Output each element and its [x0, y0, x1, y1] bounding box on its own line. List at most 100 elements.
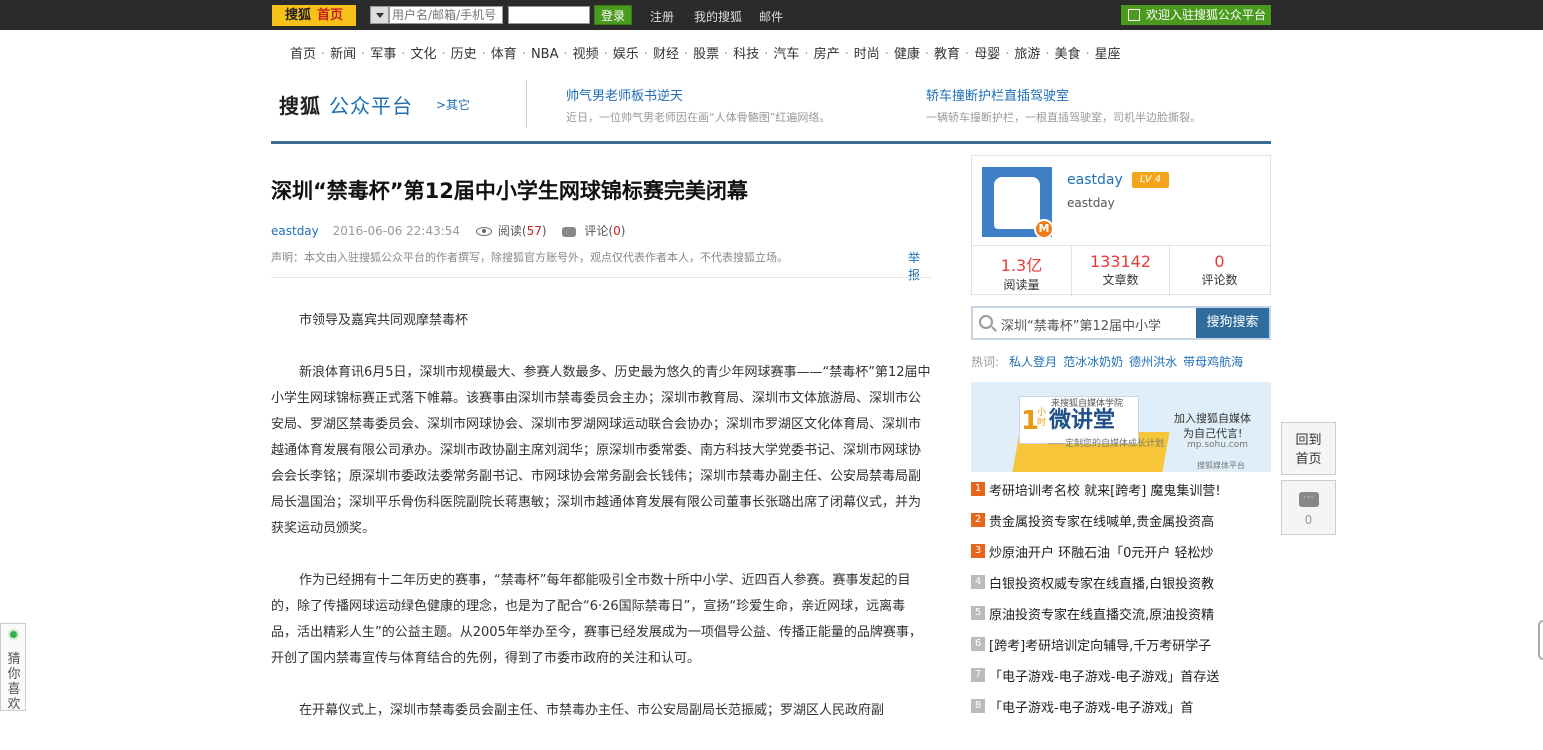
headline-summary: 一辆轿车撞断护栏，一根直插驾驶室，司机半边脸撕裂。: [926, 111, 1201, 124]
article-paragraph: 市领导及嘉宾共同观摩禁毒杯: [299, 313, 469, 328]
nav-item[interactable]: 母婴: [974, 43, 1000, 62]
publish-time: 2016-06-06 22:43:54: [332, 224, 461, 238]
mail-link[interactable]: 邮件: [759, 8, 783, 25]
nav-item[interactable]: 文化: [410, 43, 436, 62]
search-input[interactable]: 深圳“禁毒杯”第12届中小学: [1001, 315, 1161, 334]
headline-summary: 近日，一位帅气男老师因在画“人体骨骼图”红遍网络。: [566, 111, 831, 124]
banner-right-1: 加入搜狐自媒体: [1174, 412, 1251, 425]
list-item[interactable]: 3 炒原油开户 环融石油「0元开户 轻松炒: [971, 542, 1271, 573]
other-link[interactable]: >其它: [436, 96, 470, 113]
nav-item[interactable]: 旅游: [1014, 43, 1040, 62]
nav-item[interactable]: 美食: [1055, 43, 1081, 62]
nav-item[interactable]: 新闻: [330, 43, 356, 62]
article-body: 市领导及嘉宾共同观摩禁毒杯 新浪体育讯6月5日，深圳市规模最大、参赛人数最多、历…: [271, 308, 931, 750]
top-bar: 搜狐首页 登录 注册 我的搜狐 邮件 欢迎入驻搜狐公众平台: [0, 0, 1543, 30]
hot-word-link[interactable]: 德州洪水: [1129, 355, 1177, 369]
nav-item[interactable]: 房产: [814, 43, 840, 62]
comment-link[interactable]: 评论(0): [584, 224, 625, 238]
comment-float-button[interactable]: ··· 0: [1281, 480, 1336, 535]
article-title: 深圳“禁毒杯”第12届中小学生网球锦标赛完美闭幕: [271, 179, 748, 203]
headline-link[interactable]: 帅气男老师板书逆天: [566, 85, 683, 104]
nav-item[interactable]: 汽车: [773, 43, 799, 62]
nav-item[interactable]: 军事: [370, 43, 396, 62]
nav-item[interactable]: 首页: [290, 43, 316, 62]
back-to-top-button[interactable]: 回到首页: [1281, 422, 1336, 475]
media-badge-icon: M: [1034, 219, 1052, 237]
article-paragraph: 在开幕仪式上，深圳市禁毒委员会副主任、市禁毒办主任、市公安局副局长范振威；罗湖区…: [299, 703, 885, 718]
banner-tagline: ——定制您的自媒体成长计划: [1047, 439, 1165, 449]
list-item[interactable]: 2 贵金属投资专家在线喊单,贵金属投资高: [971, 511, 1271, 542]
hot-word-link[interactable]: 私人登月: [1009, 355, 1057, 369]
read-label: 阅读: [497, 224, 522, 238]
login-button[interactable]: 登录: [594, 5, 632, 25]
guess-you-like-tab[interactable]: 猜你喜欢: [0, 623, 26, 712]
nav-item[interactable]: 股票: [693, 43, 719, 62]
profile-name-link[interactable]: eastday: [1067, 172, 1123, 188]
hot-label: 热词:: [971, 355, 1000, 369]
author-link[interactable]: eastday: [271, 224, 319, 238]
profile-desc: eastday: [1067, 196, 1115, 210]
list-item[interactable]: 7 「电子游戏-电子游戏-电子游戏」首存送: [971, 666, 1271, 697]
avatar[interactable]: M: [982, 167, 1052, 237]
password-input[interactable]: [508, 6, 590, 24]
nav-item[interactable]: 教育: [934, 43, 960, 62]
level-badge: LV 4: [1132, 172, 1169, 188]
ad-list: 1 考研培训考名校 就来[跨考] 魔鬼集训营! 2 贵金属投资专家在线喊单,贵金属投…: [971, 480, 1271, 728]
section-divider: [271, 141, 1271, 144]
nav-item[interactable]: 健康: [894, 43, 920, 62]
guess-label: 猜你喜欢: [7, 652, 21, 712]
comment-icon: [562, 226, 577, 237]
my-sohu-link[interactable]: 我的搜狐: [694, 8, 742, 25]
channel-nav: 首页 · 新闻 · 军事 · 文化 · 历史 · 体育 · NBA · 视频 · 娱乐 · 财经 · 股票 · 科技 · 汽车 ·…: [290, 43, 1121, 63]
hot-word-link[interactable]: 范冰冰奶奶: [1063, 355, 1123, 369]
home-label: 首页: [317, 8, 344, 23]
nav-item[interactable]: 时尚: [854, 43, 880, 62]
eye-icon: [475, 227, 492, 236]
sogou-search-button[interactable]: 搜狗搜索: [1196, 308, 1269, 338]
list-item[interactable]: 8 「电子游戏-电子游戏-电子游戏」首: [971, 697, 1271, 728]
list-item[interactable]: 6 [跨考]考研培训定向辅导,千万考研学子: [971, 635, 1271, 666]
platform-logo[interactable]: 搜狐 公众平台: [279, 90, 413, 119]
register-link[interactable]: 注册: [650, 8, 674, 25]
profile-stats: 1.3亿 阅读量 133142 文章数 0 评论数: [972, 245, 1270, 296]
nav-item[interactable]: 财经: [653, 43, 679, 62]
search-icon: [979, 315, 993, 329]
nav-item[interactable]: 科技: [733, 43, 759, 62]
comment-count: 0: [613, 224, 621, 238]
headline-link[interactable]: 轿车撞断护栏直插驾驶室: [926, 85, 1069, 104]
hot-word-link[interactable]: 带母鸡航海: [1183, 355, 1243, 369]
join-platform-label: 欢迎入驻搜狐公众平台: [1146, 8, 1267, 22]
nav-item[interactable]: 历史: [451, 43, 477, 62]
meta-divider: [271, 277, 931, 278]
disclaimer: 声明：本文由入驻搜狐公众平台的作者撰写，除搜狐官方账号外，观点仅代表作者本人，不…: [271, 251, 788, 264]
author-profile-card: M eastday LV 4 eastday 1.3亿 阅读量 133142 文章数…: [971, 155, 1271, 296]
banner-url: mp.sohu.com: [1187, 440, 1249, 450]
nav-item[interactable]: 视频: [573, 43, 599, 62]
banner-right-2: 为自己代言!: [1183, 427, 1243, 440]
username-input[interactable]: [389, 6, 503, 24]
status-dot-icon: [8, 629, 19, 640]
nav-item[interactable]: 体育: [491, 43, 517, 62]
nav-item[interactable]: 娱乐: [613, 43, 639, 62]
search-box: 深圳“禁毒杯”第12届中小学 搜狗搜索: [971, 306, 1271, 340]
comment-float-count: 0: [1304, 513, 1313, 527]
list-item[interactable]: 1 考研培训考名校 就来[跨考] 魔鬼集训营!: [971, 480, 1271, 511]
fox-avatar-icon: [994, 177, 1040, 229]
promo-banner[interactable]: 来搜狐自媒体学院 1 小时 微讲堂 ——定制您的自媒体成长计划 加入搜狐自媒体 …: [971, 382, 1271, 472]
account-type-dropdown[interactable]: [370, 6, 389, 24]
banner-title: 微讲堂: [1049, 408, 1116, 433]
sohu-logo-home-link[interactable]: 搜狐 首页: [272, 5, 356, 26]
list-item[interactable]: 5 原油投资专家在线直播交流,原油投资精: [971, 604, 1271, 635]
list-item[interactable]: 4 白银投资权威专家在线直播,白银投资教: [971, 573, 1271, 604]
join-platform-button[interactable]: 欢迎入驻搜狐公众平台: [1121, 5, 1271, 25]
article-meta: eastday 2016-06-06 22:43:54 阅读(57) 评论(0): [271, 224, 626, 238]
nav-item[interactable]: 星座: [1095, 43, 1121, 62]
chevron-down-icon: [376, 13, 384, 18]
side-handle[interactable]: [1538, 620, 1543, 660]
header-divider: [526, 80, 527, 128]
nav-item[interactable]: NBA: [531, 47, 559, 62]
edit-icon: [1128, 9, 1140, 21]
banner-foot: 搜狐媒体平台: [1197, 461, 1245, 470]
article-paragraph: 作为已经拥有十二年历史的赛事，“禁毒杯”每年都能吸引全市数十所中小学、近四百人参…: [271, 573, 922, 666]
stat-comments: 0 评论数: [1201, 252, 1238, 287]
